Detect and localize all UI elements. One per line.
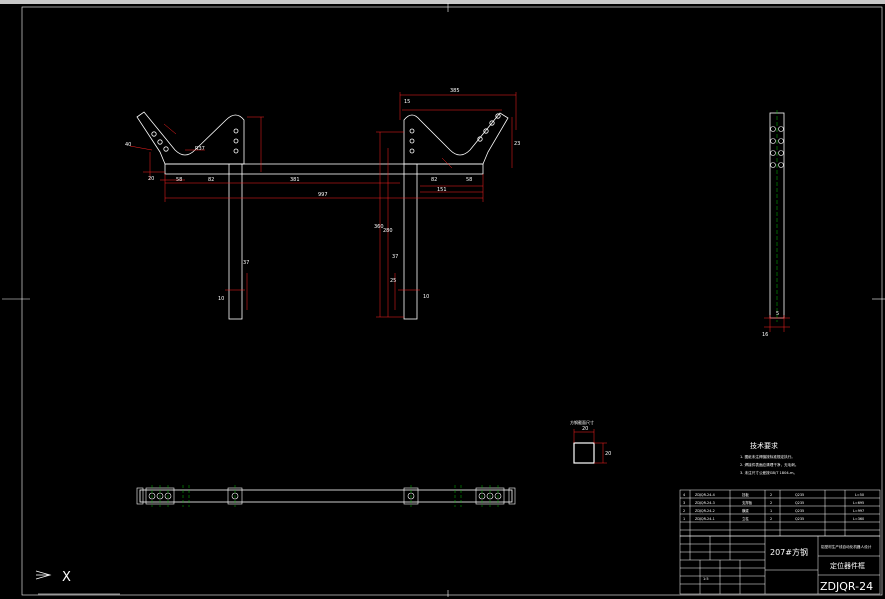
- tech-req-item-1: 1. 图纸未注焊缝按标准规定执行。: [740, 454, 795, 459]
- dim-20: 20: [148, 176, 154, 182]
- row-4-name: 立柱: [742, 516, 749, 521]
- tech-req-item-3: 3. 未注尺寸公差按GB/T 1804-m。: [740, 470, 797, 475]
- row-2-no: 3: [683, 501, 685, 505]
- section-dim-20: 20: [582, 426, 588, 432]
- row-2-note: L=695: [853, 501, 864, 505]
- row-3-name: 横梁: [742, 508, 749, 513]
- technical-requirements: 技术要求 1. 图纸未注焊缝按标准规定执行。 2. 焊接件表面应清理干净，无毛刺…: [740, 441, 798, 475]
- dim-58-left: 58: [176, 177, 182, 183]
- row-3-qty: 1: [770, 509, 772, 513]
- row-1-material: Q235: [795, 493, 804, 497]
- dim-82-right: 82: [431, 177, 437, 183]
- row-1-qty: 2: [770, 493, 772, 497]
- drawing-number: ZDJQR-24: [820, 580, 873, 593]
- row-3-no: 2: [683, 509, 685, 513]
- row-2-material: Q235: [795, 501, 804, 505]
- dim-58-right: 58: [466, 177, 472, 183]
- row-4-no: 1: [683, 517, 685, 521]
- tech-req-title: 技术要求: [750, 441, 778, 450]
- dim-82-left: 82: [208, 177, 214, 183]
- row-4-code: ZDJQR-24-1: [695, 517, 715, 521]
- dim-37-right: 37: [392, 254, 398, 260]
- ucs-icon: X: [35, 570, 120, 595]
- row-4-material: Q235: [795, 517, 804, 521]
- dim-37-left: 37: [243, 260, 249, 266]
- dim-10-left: 10: [218, 296, 224, 302]
- row-2-qty: 2: [770, 501, 772, 505]
- front-view-dimensions: [129, 92, 517, 318]
- dim-23: 23: [514, 141, 520, 147]
- dim-10-right: 10: [423, 294, 429, 300]
- side-dim-5: 5: [776, 311, 779, 317]
- table-row: 3 ZDJQR-24-3 支撑板 2 Q235 L=695: [683, 500, 864, 505]
- row-2-name: 支撑板: [742, 500, 753, 505]
- designer-company: 铝型材生产线自动化机器人设计: [821, 544, 872, 549]
- left-v-holder: [136, 111, 245, 165]
- row-3-note: L=997: [853, 509, 864, 513]
- front-view-dimension-labels: 385 997 381 82 82 58 58 151 360 280 23 1…: [125, 88, 520, 302]
- table-row: 4 ZDJQR-24-4 挡板 2 Q235 L=50: [683, 492, 864, 497]
- front-view: 385 997 381 82 82 58 58 151 360 280 23 1…: [125, 88, 520, 320]
- drawing-frame: [2, 3, 885, 597]
- dim-r37: R37: [195, 146, 205, 152]
- row-4-qty: 2: [770, 517, 772, 521]
- section-label: 方钢截面尺寸: [570, 419, 594, 425]
- ucs-x-label: X: [62, 570, 71, 585]
- horizontal-beam: [164, 163, 484, 175]
- side-view: 16 5: [762, 110, 790, 338]
- row-2-code: ZDJQR-24-3: [695, 501, 715, 505]
- row-3-material: Q235: [795, 509, 804, 513]
- dim-40: 40: [125, 142, 131, 148]
- scale-value: 1:5: [703, 577, 709, 581]
- parts-list-rows: 4 ZDJQR-24-4 挡板 2 Q235 L=50 3 ZDJQR-24-3…: [683, 492, 864, 521]
- row-1-code: ZDJQR-24-4: [695, 493, 715, 497]
- cad-drawing-canvas[interactable]: 385 997 381 82 82 58 58 151 360 280 23 1…: [0, 0, 885, 599]
- table-row: 2 ZDJQR-24-2 横梁 1 Q235 L=997: [683, 508, 864, 513]
- row-1-no: 4: [683, 493, 685, 497]
- left-leg: [228, 163, 243, 320]
- dim-15: 15: [404, 99, 410, 105]
- drawing-name: 定位器件框: [830, 561, 865, 570]
- project-label: 207#方钢: [770, 547, 808, 557]
- right-v-holder: [403, 112, 509, 165]
- dim-385: 385: [450, 88, 460, 94]
- dim-280: 280: [383, 228, 393, 234]
- row-1-name: 挡板: [742, 492, 749, 497]
- row-4-note: L=360: [853, 517, 864, 521]
- dim-25: 25: [390, 278, 396, 284]
- row-3-code: ZDJQR-24-2: [695, 509, 715, 513]
- section-dim-20-v: 20: [605, 451, 611, 457]
- tech-req-item-2: 2. 焊接件表面应清理干净，无毛刺。: [740, 462, 798, 467]
- row-1-note: L=50: [855, 493, 864, 497]
- right-leg: [403, 163, 418, 320]
- top-view: [136, 485, 516, 507]
- side-dim-16: 16: [762, 332, 768, 338]
- table-row: 1 ZDJQR-24-1 立柱 2 Q235 L=360: [683, 516, 864, 521]
- dim-381: 381: [290, 177, 300, 183]
- dim-151: 151: [437, 187, 447, 193]
- square-tube-section: 方钢截面尺寸 20 20: [570, 419, 611, 464]
- dim-997: 997: [318, 192, 328, 198]
